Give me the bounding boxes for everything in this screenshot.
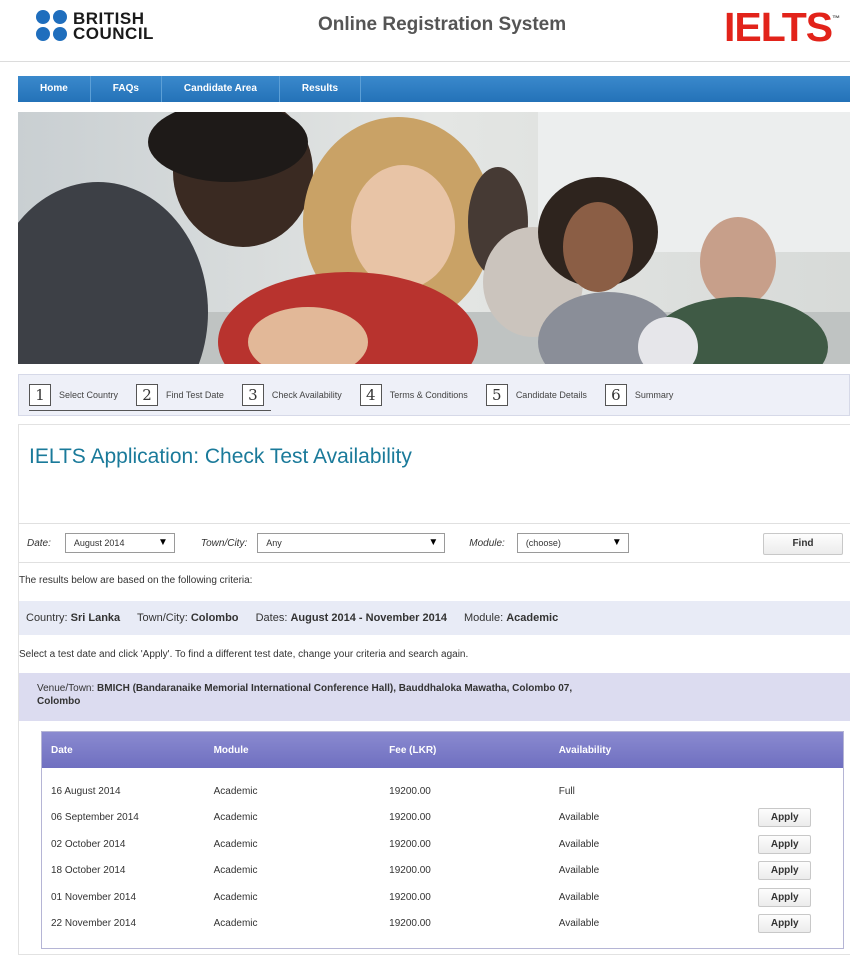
venue-city: Colombo	[37, 696, 81, 707]
nav-results[interactable]: Results	[280, 76, 362, 102]
criteria-country: Sri Lanka	[70, 612, 121, 624]
dropdown-arrow-icon: ▼	[428, 537, 439, 548]
module-label: Module:	[469, 537, 505, 549]
dropdown-arrow-icon: ▼	[158, 537, 168, 548]
search-filters: Date: August 2014 ▼ Town/City: Any ▼ Mod…	[19, 523, 850, 563]
availability-status: Available	[558, 918, 600, 930]
apply-button[interactable]: Apply	[758, 861, 812, 881]
availability-status: Available	[558, 812, 600, 824]
criteria-dates: August 2014 - November 2014	[290, 612, 447, 624]
criteria-intro: The results below are based on the follo…	[19, 575, 253, 586]
col-module: Module	[213, 744, 249, 756]
british-council-dots-icon	[36, 10, 67, 41]
table-row: 18 October 2014 Academic 19200.00 Availa…	[42, 858, 843, 885]
venue-info: Venue/Town: BMICH (Bandaranaike Memorial…	[19, 673, 850, 721]
main-content: IELTS Application: Check Test Availabili…	[18, 424, 850, 955]
availability-status: Available	[558, 865, 600, 877]
hero-banner-photo	[18, 112, 850, 364]
col-date: Date	[51, 744, 73, 756]
module-select[interactable]: (choose) ▼	[516, 533, 629, 553]
table-row: 16 August 2014 Academic 19200.00 Full	[42, 778, 843, 805]
test-dates-table: Date Module Fee (LKR) Availability 16 Au…	[41, 731, 844, 949]
date-label: Date:	[27, 537, 51, 549]
town-label: Town/City:	[200, 537, 248, 549]
table-header: Date Module Fee (LKR) Availability	[42, 732, 843, 768]
site-title: Online Registration System	[318, 14, 567, 35]
main-nav: Home FAQs Candidate Area Results	[18, 76, 850, 102]
table-row: 22 November 2014 Academic 19200.00 Avail…	[42, 911, 843, 938]
nav-home[interactable]: Home	[18, 76, 91, 102]
step-check-availability: 3 Check Availability	[241, 384, 342, 406]
apply-button[interactable]: Apply	[758, 834, 812, 854]
criteria-town: Colombo	[190, 612, 239, 624]
page-title: IELTS Application: Check Test Availabili…	[29, 445, 412, 468]
british-council-logo[interactable]: BRITISH COUNCIL	[36, 10, 154, 43]
students-photo-illustration	[18, 112, 850, 364]
brand-line-2: COUNCIL	[73, 23, 154, 43]
table-row: 06 September 2014 Academic 19200.00 Avai…	[42, 805, 843, 832]
col-fee: Fee (LKR)	[389, 744, 437, 756]
step-terms-conditions: 4 Terms & Conditions	[359, 384, 468, 406]
step-find-test-date: 2 Find Test Date	[136, 384, 272, 411]
date-select[interactable]: August 2014 ▼	[64, 533, 175, 553]
progress-steps: 1 Select Country 2 Find Test Date 3 Chec…	[18, 374, 850, 416]
nav-candidate-area[interactable]: Candidate Area	[162, 76, 280, 102]
apply-button[interactable]: Apply	[758, 887, 812, 907]
table-row: 01 November 2014 Academic 19200.00 Avail…	[42, 884, 843, 911]
step-candidate-details: 5 Candidate Details	[485, 384, 587, 406]
availability-status: Full	[558, 785, 575, 797]
ielts-logo[interactable]: IELTS™	[724, 4, 840, 51]
dropdown-arrow-icon: ▼	[611, 537, 622, 548]
apply-button[interactable]: Apply	[758, 808, 812, 828]
availability-status: Available	[558, 891, 600, 903]
step-select-country: 1 Select Country	[29, 384, 171, 411]
select-instructions: Select a test date and click 'Apply'. To…	[19, 649, 469, 660]
criteria-summary: Country: Sri Lanka Town/City: Colombo Da…	[19, 601, 850, 635]
find-button[interactable]: Find	[763, 533, 843, 555]
site-header: BRITISH COUNCIL Online Registration Syst…	[0, 0, 850, 62]
availability-status: Available	[558, 838, 600, 850]
nav-faqs[interactable]: FAQs	[91, 76, 162, 102]
apply-button[interactable]: Apply	[758, 914, 812, 934]
step-summary: 6 Summary	[604, 384, 673, 406]
table-row: 02 October 2014 Academic 19200.00 Availa…	[42, 831, 843, 858]
criteria-module: Academic	[506, 612, 559, 624]
venue-name: BMICH (Bandaranaike Memorial Internation…	[97, 683, 573, 694]
town-select[interactable]: Any ▼	[257, 533, 446, 553]
col-availability: Availability	[558, 744, 612, 756]
